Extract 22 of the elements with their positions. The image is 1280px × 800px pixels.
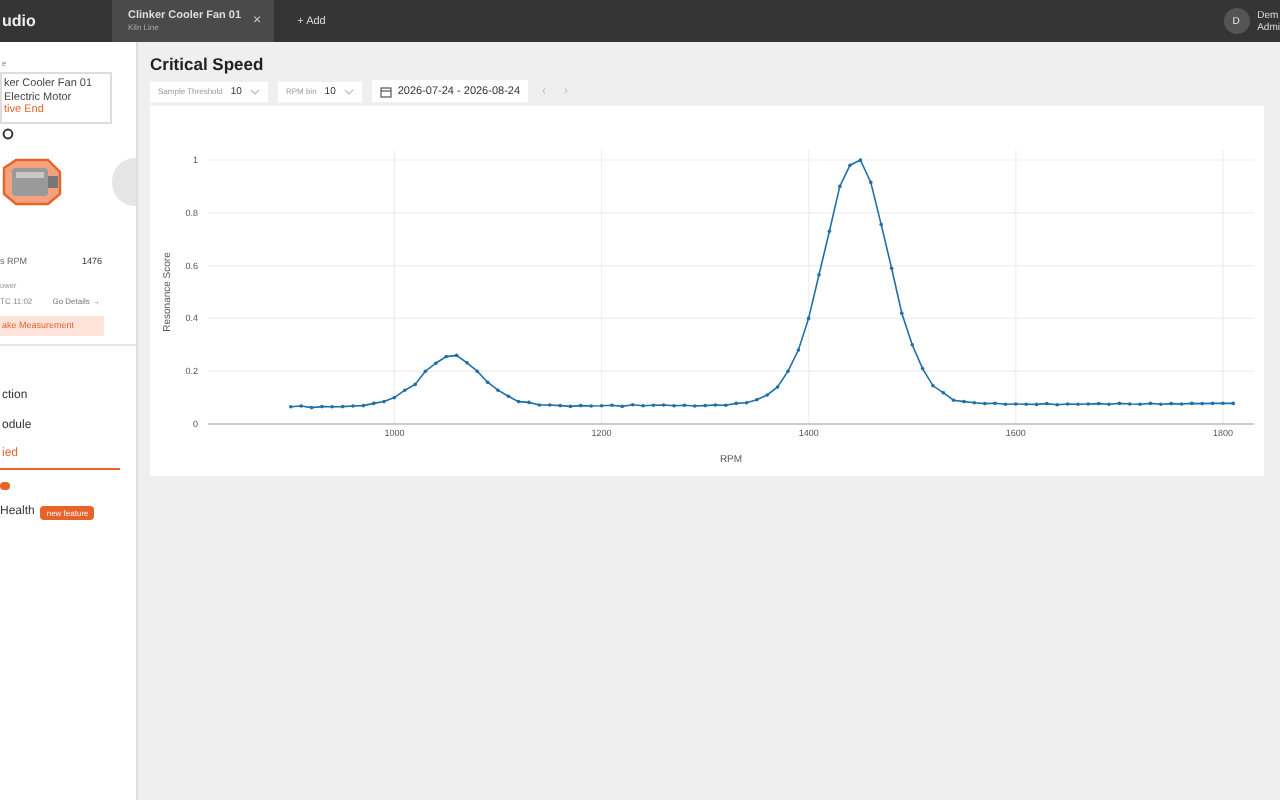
data-point [1210, 401, 1215, 406]
data-point [361, 403, 366, 408]
data-point [920, 366, 925, 371]
data-point [1034, 402, 1039, 407]
data-point [568, 404, 573, 409]
data-point [340, 404, 345, 409]
page-title: Critical Speed [150, 54, 266, 74]
chevron-down-icon [343, 87, 354, 95]
motor-drawing [0, 153, 64, 209]
ring-icon [2, 127, 14, 139]
chevron-down-icon [249, 87, 260, 95]
data-point [309, 405, 314, 410]
calendar-icon [379, 85, 392, 97]
data-point [392, 395, 397, 400]
data-point [806, 316, 811, 321]
data-point [516, 399, 521, 404]
data-point [1148, 401, 1153, 406]
pill-icon [0, 481, 10, 489]
data-point [1096, 401, 1101, 406]
data-point [1117, 401, 1122, 406]
app-name: udio [0, 12, 38, 30]
data-point [454, 353, 459, 358]
